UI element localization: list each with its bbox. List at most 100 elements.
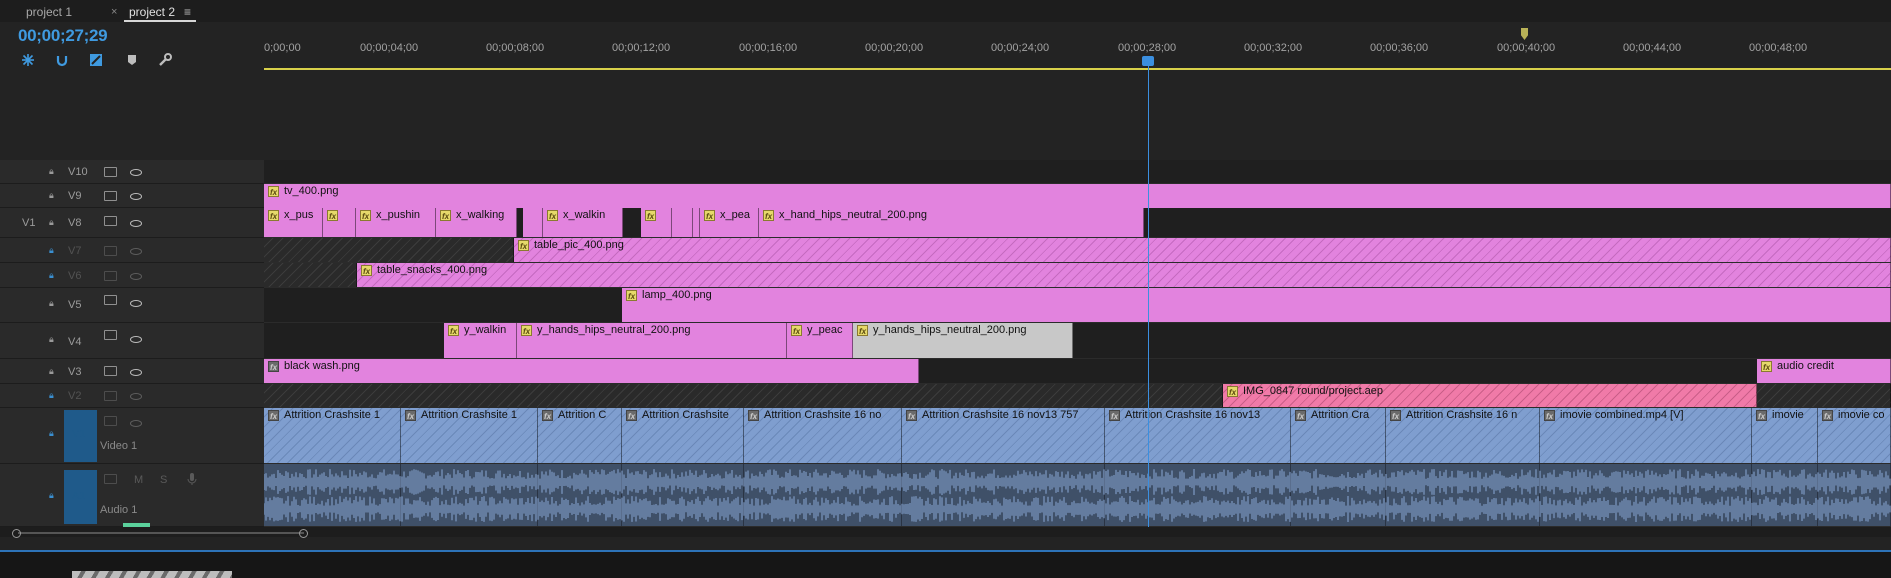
clip[interactable]: fx y_hands_hips_neutral_200.png [517,323,787,358]
clip[interactable]: fx y_hands_hips_neutral_200.png [853,323,1073,358]
clip[interactable]: fx y_walkin [444,323,517,358]
eye-icon[interactable] [130,300,142,307]
marker-icon[interactable] [125,53,139,67]
eye-icon[interactable] [130,273,142,280]
zoom-scroll-track[interactable] [18,532,304,534]
lock-icon[interactable]: 🔒︎ [49,166,54,177]
clip[interactable]: fx Attrition Crashsite 1 [401,408,538,463]
clip[interactable]: fx [323,208,356,237]
playhead-handle[interactable] [1142,56,1154,66]
toggle-sync-icon[interactable] [104,246,117,256]
playhead-line[interactable] [1148,60,1149,530]
wrench-icon[interactable] [158,53,172,67]
clip[interactable]: fx Attrition Crashsite 16 n [1386,408,1540,463]
lock-icon[interactable]: 🔒︎ [49,334,54,345]
eye-icon[interactable] [130,248,142,255]
track-lane-v9[interactable]: fx tv_400.png [264,184,1891,208]
clip[interactable]: fx Attrition Crashsite [622,408,744,463]
eye-icon[interactable] [130,193,142,200]
lock-icon[interactable]: 🔒︎ [49,366,54,377]
clip[interactable] [693,208,700,237]
track-name: V1 [72,428,86,440]
clip[interactable]: fx imovie combined.mp4 [V] [1540,408,1752,463]
clip[interactable]: fx [641,208,672,237]
eye-icon[interactable] [130,169,142,176]
eye-icon[interactable] [130,393,142,400]
source-patch-v1[interactable]: V1 [22,217,35,229]
track-lane-v5[interactable]: fx lamp_400.png [264,288,1891,323]
eye-icon[interactable] [130,220,142,227]
toggle-sync-icon[interactable] [104,271,117,281]
toggle-sync-icon[interactable] [104,416,117,426]
track-lane-v1[interactable]: fx Attrition Crashsite 1 fx Attrition Cras… [264,408,1891,464]
clip[interactable]: fx x_hand_hips_neutral_200.png [759,208,1144,237]
lock-icon[interactable]: 🔒︎ [49,298,54,309]
clip[interactable]: fx imovie co [1818,408,1891,463]
toggle-sync-icon[interactable] [104,191,117,201]
lock-icon[interactable]: 🔒︎ [49,190,54,201]
time-ruler[interactable]: 0;00;00 00;00;04;00 00;00;08;00 00;00;12… [264,22,1891,72]
track-lane-a1[interactable] [264,464,1891,527]
track-lane-v2[interactable]: fx IMG_0847 round/project.aep [264,384,1891,408]
tab-project-2[interactable]: project 2 [129,3,175,21]
clip[interactable]: fx Attrition Cra [1291,408,1386,463]
clip[interactable]: fx x_pea [700,208,759,237]
zoom-handle-left[interactable] [12,529,21,538]
clip[interactable]: fx audio credit [1757,359,1891,383]
add-edit-icon[interactable] [89,53,103,67]
track-lane-v3[interactable]: fx black wash.png fx audio credit [264,359,1891,384]
tab-close-icon[interactable]: × [111,3,117,21]
linked-selection-icon[interactable] [55,53,69,67]
eye-icon[interactable] [130,369,142,376]
clip[interactable]: fx lamp_400.png [622,288,1891,322]
toggle-sync-icon[interactable] [104,167,117,177]
clip[interactable]: fx table_snacks_400.png [357,263,1891,287]
lock-icon[interactable]: 🔒︎ [49,217,54,228]
clip[interactable]: fx Attrition Crashsite 16 no [744,408,902,463]
solo-button[interactable]: S [160,474,167,486]
clip[interactable]: fx Attrition C [538,408,622,463]
clip[interactable]: fx imovie [1752,408,1818,463]
track-lane-v4[interactable]: fx y_walkin fx y_hands_hips_neutral_200.pn… [264,323,1891,359]
lock-icon[interactable]: 🔒︎ [49,490,54,501]
toggle-sync-icon[interactable] [104,216,117,226]
track-lane-v8[interactable]: fx x_pus fx fx x_pushin fx x_walking fx x_wa… [264,208,1891,238]
work-area-bar[interactable] [264,68,1891,70]
clip[interactable]: fx table_pic_400.png [514,238,1891,262]
clip[interactable]: fx black wash.png [264,359,919,383]
toggle-sync-icon[interactable] [104,330,117,340]
microphone-icon[interactable] [187,472,197,489]
tab-menu-icon[interactable]: ≡ [184,3,191,21]
ruler-label: 00;00;28;00 [1118,42,1177,54]
toggle-sync-icon[interactable] [104,295,117,305]
clip[interactable]: fx Attrition Crashsite 16 nov13 [1105,408,1291,463]
clip[interactable]: fx y_peac [787,323,853,358]
playhead-timecode[interactable]: 00;00;27;29 [18,26,108,46]
lock-icon[interactable]: 🔒︎ [49,390,54,401]
clip[interactable]: fx Attrition Crashsite 16 nov13 757 [902,408,1105,463]
clip[interactable] [523,208,543,237]
track-lane-v10[interactable] [264,160,1891,184]
clip[interactable]: fx IMG_0847 round/project.aep [1223,384,1757,407]
lock-icon[interactable]: 🔒︎ [49,428,54,439]
clip[interactable]: fx x_pushin [356,208,436,237]
track-lane-v7[interactable]: fx table_pic_400.png [264,238,1891,263]
clip[interactable]: fx Attrition Crashsite 1 [264,408,401,463]
clip[interactable]: fx tv_400.png [264,184,1891,208]
zoom-handle-right[interactable] [299,529,308,538]
clip[interactable] [672,208,693,237]
eye-icon[interactable] [130,420,142,427]
toggle-sync-icon[interactable] [104,366,117,376]
clip[interactable]: fx x_pus [264,208,323,237]
lock-icon[interactable]: 🔒︎ [49,245,54,256]
track-lane-v6[interactable]: fx table_snacks_400.png [264,263,1891,288]
clip[interactable]: fx x_walkin [543,208,623,237]
mute-button[interactable]: M [134,474,143,486]
toggle-sync-icon[interactable] [104,474,117,484]
snap-icon[interactable] [21,53,35,67]
clip[interactable]: fx x_walking [436,208,517,237]
toggle-sync-icon[interactable] [104,391,117,401]
tab-project-1[interactable]: project 1 [26,3,72,21]
eye-icon[interactable] [130,336,142,343]
lock-icon[interactable]: 🔒︎ [49,270,54,281]
